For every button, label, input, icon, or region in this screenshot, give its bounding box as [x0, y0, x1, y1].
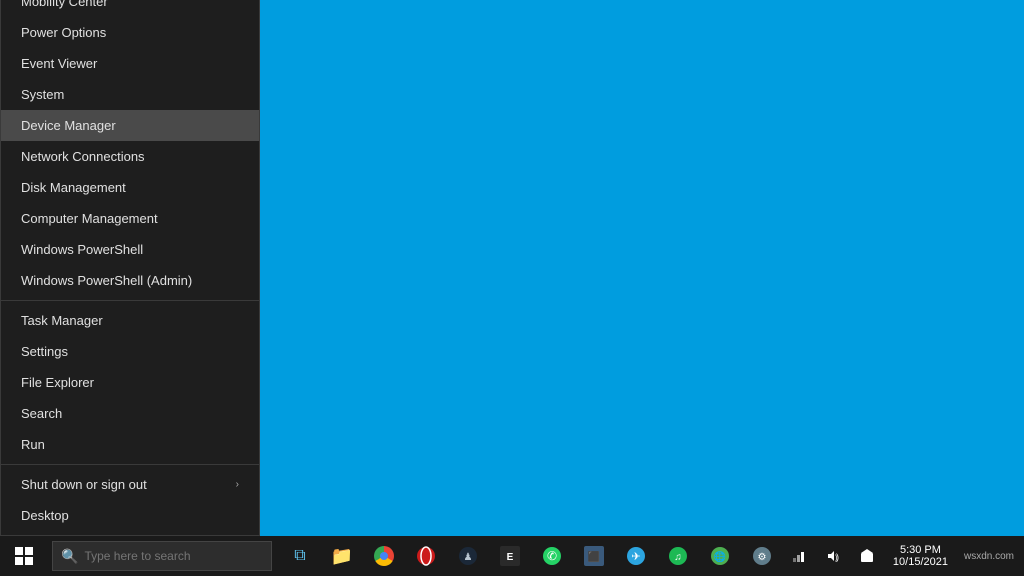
- clock-date: 10/15/2021: [893, 556, 948, 568]
- context-menu: Apps and Features Mobility Center Power …: [0, 0, 260, 536]
- epic-icon: E: [500, 546, 520, 566]
- taskbar-icon-spotify[interactable]: ♫: [658, 536, 698, 576]
- whatsapp-icon: ✆: [542, 546, 562, 566]
- tray-icon-volume[interactable]: ) ): [817, 536, 849, 576]
- tray-clock[interactable]: 5:30 PM 10/15/2021: [885, 536, 956, 576]
- search-icon: 🔍: [61, 548, 78, 565]
- app11-icon: ⚙: [752, 546, 772, 566]
- app7-icon: ⬛: [584, 546, 604, 566]
- taskbar-icon-steam[interactable]: ♟: [448, 536, 488, 576]
- menu-item-event-viewer[interactable]: Event Viewer: [1, 48, 259, 79]
- menu-item-mobility-center[interactable]: Mobility Center: [1, 0, 259, 17]
- taskbar-icon-chrome[interactable]: [364, 536, 404, 576]
- taskbar-search[interactable]: 🔍: [52, 541, 272, 571]
- telegram-icon: ✈: [626, 546, 646, 566]
- opera-icon: [416, 546, 436, 566]
- submenu-arrow-icon: ›: [236, 479, 239, 490]
- taskbar-icon-task-view[interactable]: ⧉: [280, 536, 320, 576]
- menu-item-settings[interactable]: Settings: [1, 336, 259, 367]
- taskbar-icon-epic[interactable]: E: [490, 536, 530, 576]
- menu-item-file-explorer[interactable]: File Explorer: [1, 367, 259, 398]
- taskbar-icon-telegram[interactable]: ✈: [616, 536, 656, 576]
- svg-text:♫: ♫: [674, 552, 682, 563]
- menu-item-powershell-admin[interactable]: Windows PowerShell (Admin): [1, 265, 259, 296]
- windows-logo-icon: [15, 547, 33, 565]
- svg-text:E: E: [507, 552, 514, 563]
- menu-item-system[interactable]: System: [1, 79, 259, 110]
- tray-icon-notification[interactable]: [851, 536, 883, 576]
- tray-icon-network[interactable]: [783, 536, 815, 576]
- search-input[interactable]: [84, 549, 263, 563]
- clock-time: 5:30 PM: [900, 544, 941, 556]
- steam-icon: ♟: [458, 546, 478, 566]
- taskbar-icon-whatsapp[interactable]: ✆: [532, 536, 572, 576]
- svg-text:⚙: ⚙: [758, 552, 767, 563]
- menu-item-computer-management[interactable]: Computer Management: [1, 203, 259, 234]
- taskbar-icon-app10[interactable]: 🌐: [700, 536, 740, 576]
- menu-item-power-options[interactable]: Power Options: [1, 17, 259, 48]
- separator-1: [1, 300, 259, 301]
- menu-item-shut-down[interactable]: Shut down or sign out ›: [1, 469, 259, 500]
- menu-item-device-manager[interactable]: Device Manager: [1, 110, 259, 141]
- svg-text:♟: ♟: [464, 552, 473, 563]
- svg-text:✆: ✆: [547, 549, 557, 563]
- svg-text:🌐: 🌐: [714, 550, 726, 563]
- svg-text:⬛: ⬛: [588, 550, 600, 563]
- svg-text:✈: ✈: [631, 551, 640, 563]
- menu-item-disk-management[interactable]: Disk Management: [1, 172, 259, 203]
- watermark: wsxdn.com: [958, 551, 1020, 562]
- menu-item-network-connections[interactable]: Network Connections: [1, 141, 259, 172]
- menu-item-powershell[interactable]: Windows PowerShell: [1, 234, 259, 265]
- taskbar-app-icons: ⧉ 📁 ♟ E: [280, 536, 782, 576]
- app10-icon: 🌐: [710, 546, 730, 566]
- start-button[interactable]: [0, 536, 48, 576]
- taskbar-tray: ) ) 5:30 PM 10/15/2021 wsxdn.com: [783, 536, 1024, 576]
- menu-item-search[interactable]: Search: [1, 398, 259, 429]
- menu-item-run[interactable]: Run: [1, 429, 259, 460]
- svg-text:): ): [836, 552, 839, 562]
- taskbar-icon-app7[interactable]: ⬛: [574, 536, 614, 576]
- menu-item-desktop[interactable]: Desktop: [1, 500, 259, 531]
- taskbar-icon-opera[interactable]: [406, 536, 446, 576]
- taskbar-icon-app11[interactable]: ⚙: [742, 536, 782, 576]
- spotify-icon: ♫: [668, 546, 688, 566]
- separator-2: [1, 464, 259, 465]
- taskbar: 🔍 ⧉ 📁 ♟ E: [0, 536, 1024, 576]
- menu-item-task-manager[interactable]: Task Manager: [1, 305, 259, 336]
- taskbar-icon-file-explorer[interactable]: 📁: [322, 536, 362, 576]
